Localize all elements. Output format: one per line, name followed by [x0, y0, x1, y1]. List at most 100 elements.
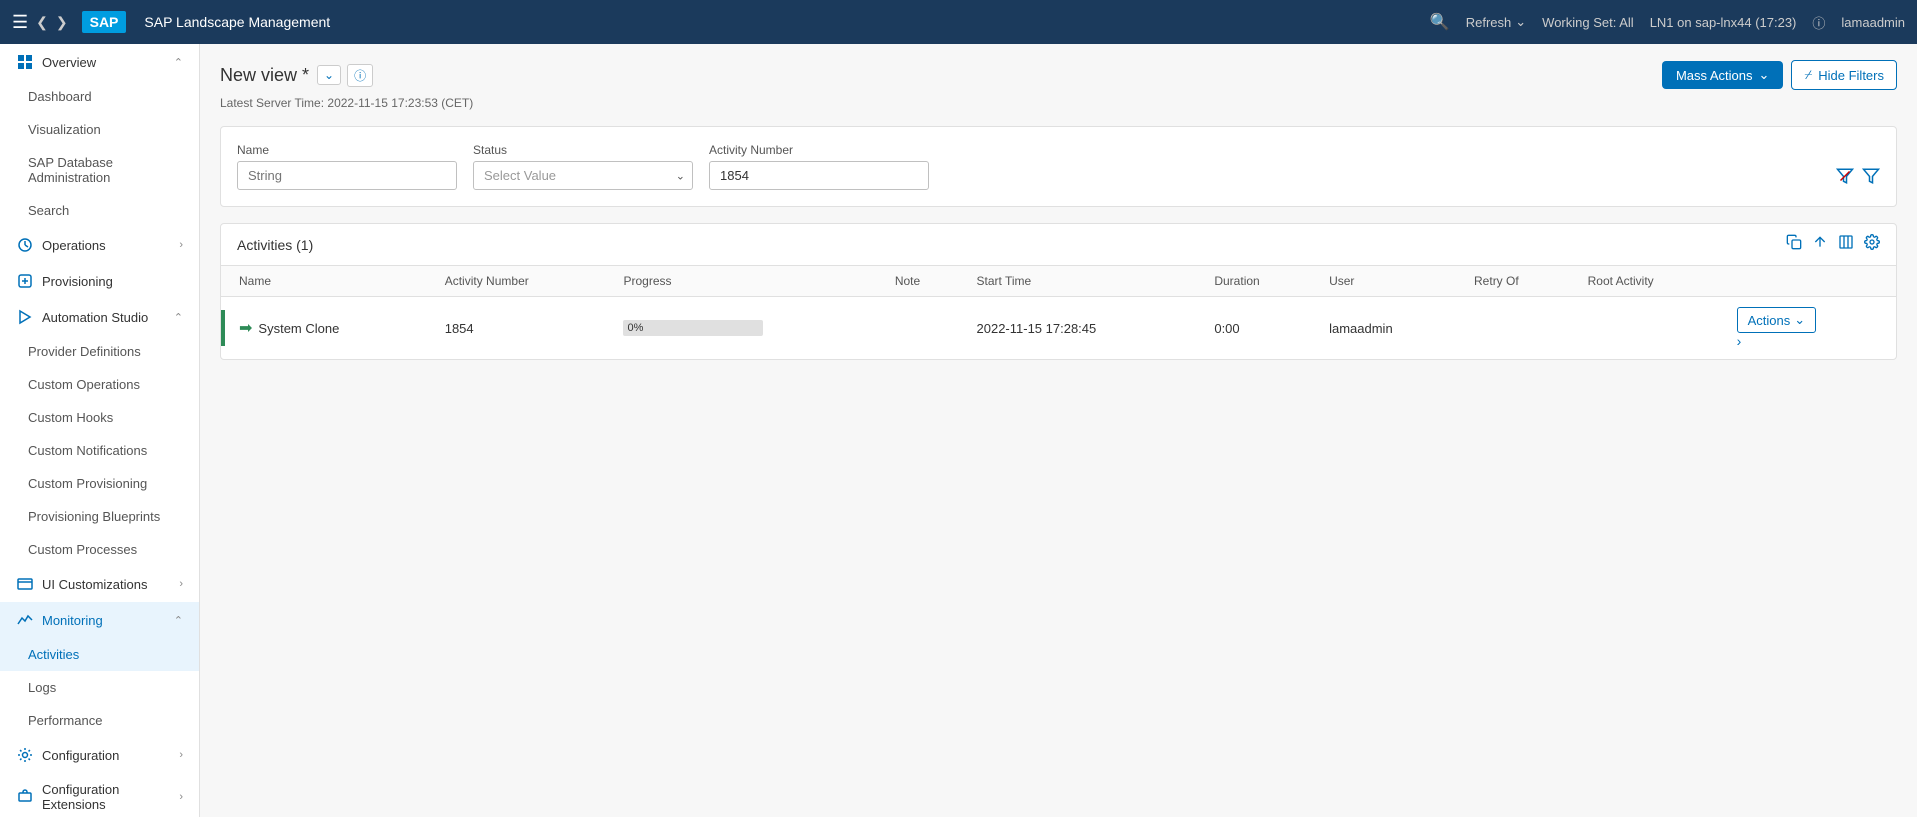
row-name-value: System Clone: [258, 321, 339, 336]
sidebar-item-activities[interactable]: Activities: [0, 638, 199, 671]
sidebar-item-monitoring[interactable]: Monitoring ⌃: [0, 602, 199, 638]
status-arrow-icon: ➡: [239, 318, 252, 338]
sidebar-item-configuration[interactable]: Configuration ›: [0, 737, 199, 773]
progress-label: 0%: [627, 320, 643, 336]
nav-forward-button[interactable]: ❯: [56, 14, 68, 31]
sidebar-label-visualization: Visualization: [28, 122, 101, 137]
col-header-note: Note: [883, 266, 965, 297]
sidebar-label-monitoring: Monitoring: [42, 613, 103, 628]
hide-filters-button[interactable]: ⌿ Hide Filters: [1791, 60, 1897, 90]
table-columns-button[interactable]: [1838, 234, 1854, 255]
sidebar-label-performance: Performance: [28, 713, 102, 728]
sidebar-item-custom-operations[interactable]: Custom Operations: [0, 368, 199, 401]
view-dropdown-button[interactable]: ⌄: [317, 65, 341, 85]
search-icon[interactable]: 🔍: [1430, 12, 1450, 32]
view-title: New view * ⌄ ⓘ: [220, 64, 373, 87]
refresh-button[interactable]: Refresh ⌄: [1466, 14, 1526, 30]
col-header-name: Name: [227, 266, 433, 297]
username-label[interactable]: lamaadmin: [1841, 15, 1905, 30]
col-header-activity-number: Activity Number: [433, 266, 612, 297]
sap-logo: SAP: [82, 11, 127, 33]
sidebar-item-search[interactable]: Search: [0, 194, 199, 227]
activity-number-input[interactable]: [709, 161, 929, 190]
chevron-right-icon: ›: [179, 239, 183, 251]
view-info-button[interactable]: ⓘ: [347, 64, 373, 87]
apply-filter-button[interactable]: [1862, 167, 1880, 190]
help-icon[interactable]: ⓘ: [1812, 13, 1825, 32]
sidebar-label-automation-studio: Automation Studio: [42, 310, 148, 325]
sidebar-label-custom-provisioning: Custom Provisioning: [28, 476, 147, 491]
nav-back-button[interactable]: ❮: [36, 14, 48, 31]
sidebar-label-provisioning: Provisioning: [42, 274, 113, 289]
activity-number-filter-field: Activity Number: [709, 143, 929, 190]
sidebar-label-activities: Activities: [28, 647, 79, 662]
sidebar-label-logs: Logs: [28, 680, 56, 695]
mass-actions-button[interactable]: Mass Actions ⌄: [1662, 61, 1784, 89]
ui-icon: [16, 575, 34, 593]
row-expand-chevron-icon[interactable]: ›: [1737, 333, 1742, 349]
sidebar-item-overview[interactable]: Overview ⌃: [0, 44, 199, 80]
row-user-value: lamaadmin: [1329, 321, 1393, 336]
table-row: ➡ System Clone 1854 0%: [221, 297, 1896, 360]
table-settings-button[interactable]: [1864, 234, 1880, 255]
sidebar-item-visualization[interactable]: Visualization: [0, 113, 199, 146]
sidebar-item-provisioning-blueprints[interactable]: Provisioning Blueprints: [0, 500, 199, 533]
sidebar-item-automation-studio[interactable]: Automation Studio ⌃: [0, 299, 199, 335]
progress-bar: 0%: [623, 320, 763, 336]
status-filter-select[interactable]: Select Value: [473, 161, 693, 190]
chevron-down-icon: ⌃: [174, 56, 183, 69]
name-filter-field: Name: [237, 143, 457, 190]
chevron-right-icon3: ›: [179, 749, 183, 761]
config-ext-icon: [16, 788, 34, 806]
sidebar-item-custom-notifications[interactable]: Custom Notifications: [0, 434, 199, 467]
chevron-down-icon3: ⌃: [174, 614, 183, 627]
activities-section: Activities (1): [220, 223, 1897, 360]
table-copy-button[interactable]: [1786, 234, 1802, 255]
status-filter-field: Status Select Value ⌄: [473, 143, 693, 190]
sidebar-item-operations[interactable]: Operations ›: [0, 227, 199, 263]
server-time-label: Latest Server Time:: [220, 96, 324, 110]
sidebar-label-custom-processes: Custom Processes: [28, 542, 137, 557]
filter-icon: ⌿: [1804, 67, 1812, 83]
sidebar-item-custom-hooks[interactable]: Custom Hooks: [0, 401, 199, 434]
sidebar-item-provisioning[interactable]: Provisioning: [0, 263, 199, 299]
name-filter-input[interactable]: [237, 161, 457, 190]
sidebar-label-provider-definitions: Provider Definitions: [28, 344, 141, 359]
view-title-text: New view *: [220, 65, 309, 86]
sidebar-item-dashboard[interactable]: Dashboard: [0, 80, 199, 113]
filter-icons: [1836, 167, 1880, 190]
sidebar-item-ui-customizations[interactable]: UI Customizations ›: [0, 566, 199, 602]
sidebar-item-provider-definitions[interactable]: Provider Definitions: [0, 335, 199, 368]
hamburger-icon[interactable]: ☰: [12, 12, 28, 33]
sidebar-item-custom-processes[interactable]: Custom Processes: [0, 533, 199, 566]
col-header-retry-of: Retry Of: [1462, 266, 1576, 297]
table-sort-button[interactable]: [1812, 234, 1828, 255]
sidebar-item-configuration-extensions[interactable]: Configuration Extensions ›: [0, 773, 199, 817]
topbar: ☰ ❮ ❯ SAP SAP Landscape Management 🔍 Ref…: [0, 0, 1917, 44]
monitoring-icon: [16, 611, 34, 629]
activities-table: Name Activity Number Progress Note Start…: [221, 266, 1896, 359]
actions-button[interactable]: Actions ⌄: [1737, 307, 1817, 333]
sidebar-item-sap-db-admin[interactable]: SAP Database Administration: [0, 146, 199, 194]
actions-chevron-icon: ⌄: [1794, 312, 1805, 328]
activities-title: Activities (1): [237, 237, 313, 253]
sidebar-item-custom-provisioning[interactable]: Custom Provisioning: [0, 467, 199, 500]
chevron-right-icon2: ›: [179, 578, 183, 590]
row-note-cell: [883, 297, 965, 360]
col-header-start-time: Start Time: [965, 266, 1203, 297]
sidebar-label-provisioning-blueprints: Provisioning Blueprints: [28, 509, 160, 524]
sidebar-item-logs[interactable]: Logs: [0, 671, 199, 704]
row-activity-number-value: 1854: [445, 321, 474, 336]
col-header-user: User: [1317, 266, 1462, 297]
activities-header: Activities (1): [221, 224, 1896, 266]
name-filter-label: Name: [237, 143, 457, 157]
sidebar-label-dashboard: Dashboard: [28, 89, 92, 104]
sidebar-label-sap-db-admin: SAP Database Administration: [28, 155, 183, 185]
row-name-cell: ➡ System Clone: [227, 297, 433, 360]
sidebar-item-performance[interactable]: Performance: [0, 704, 199, 737]
activities-toolbar: [1786, 234, 1880, 255]
sidebar-label-custom-operations: Custom Operations: [28, 377, 140, 392]
clear-filter-button[interactable]: [1836, 167, 1854, 190]
content-area: New view * ⌄ ⓘ Mass Actions ⌄ ⌿ Hide Fil…: [200, 44, 1917, 817]
row-activity-number-cell: 1854: [433, 297, 612, 360]
